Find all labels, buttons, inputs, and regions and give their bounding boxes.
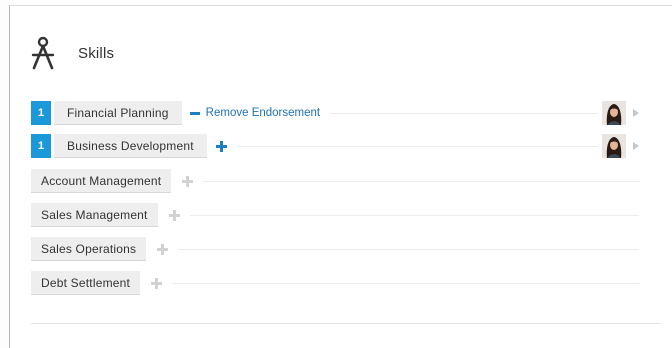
skill-pill[interactable]: Debt Settlement — [31, 271, 141, 295]
row-divider — [330, 112, 598, 114]
endorsement-count-badge[interactable]: 1 — [31, 134, 51, 158]
skills-card: Skills 1 Financial Planning Remove Endor… — [9, 5, 672, 348]
skill-row-sales-management: Sales Management — [31, 203, 639, 227]
skills-header: Skills — [30, 33, 114, 73]
skill-row-sales-operations: Sales Operations — [31, 237, 639, 261]
row-divider — [236, 145, 598, 147]
plus-icon[interactable] — [182, 175, 194, 187]
skill-row-business-development: 1 Business Development — [31, 134, 639, 158]
row-divider — [172, 282, 639, 284]
footer-divider — [31, 323, 661, 324]
skill-row-debt-settlement: Debt Settlement — [31, 271, 639, 295]
row-divider — [189, 214, 639, 216]
endorser-avatar[interactable] — [602, 101, 626, 125]
skill-pill[interactable]: Account Management — [31, 169, 172, 193]
skill-pill[interactable]: Sales Management — [31, 203, 158, 227]
remove-endorsement-link[interactable]: Remove Endorsement — [206, 107, 320, 119]
skill-row-account-management: Account Management — [31, 169, 639, 193]
section-title: Skills — [78, 44, 115, 62]
minus-icon[interactable] — [189, 111, 200, 115]
row-divider — [203, 180, 639, 182]
plus-icon[interactable] — [157, 243, 169, 255]
skill-pill[interactable]: Financial Planning — [54, 101, 182, 125]
plus-icon[interactable] — [168, 209, 180, 221]
skill-pill[interactable]: Sales Operations — [31, 237, 147, 261]
plus-icon[interactable] — [151, 277, 163, 289]
endorser-avatar[interactable] — [602, 134, 626, 158]
chevron-right-icon[interactable] — [633, 109, 639, 117]
compass-icon — [31, 36, 55, 70]
endorsement-count-badge[interactable]: 1 — [31, 101, 51, 125]
row-divider — [178, 248, 639, 250]
plus-icon[interactable] — [215, 140, 227, 152]
chevron-right-icon[interactable] — [633, 142, 639, 150]
skill-pill[interactable]: Business Development — [54, 134, 207, 158]
skill-row-financial-planning: 1 Financial Planning Remove Endorsement — [31, 101, 639, 125]
